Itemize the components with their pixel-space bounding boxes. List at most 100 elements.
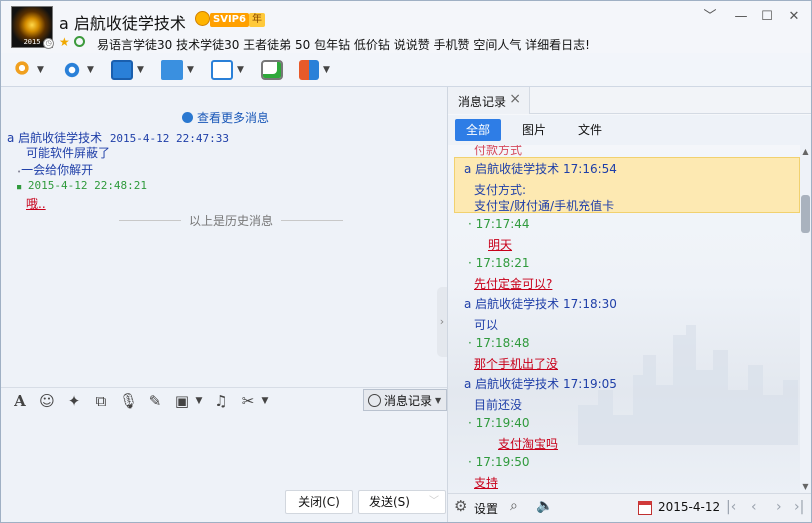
microphone-icon[interactable]: 🎙 bbox=[119, 392, 138, 410]
music-icon[interactable]: ♫ bbox=[212, 392, 230, 410]
sender-name[interactable]: a 启航收徒学技术 bbox=[464, 297, 559, 311]
speaker-icon[interactable]: 🔈 bbox=[536, 498, 553, 514]
video-call-button[interactable]: ▼ bbox=[61, 58, 94, 82]
emoji-icon[interactable]: ☺ bbox=[38, 392, 56, 410]
apps-button[interactable]: ▼ bbox=[299, 58, 330, 82]
send-bar: 关闭(C) 发送(S) ﹀ bbox=[1, 489, 447, 522]
send-button[interactable]: 发送(S) ﹀ bbox=[358, 490, 446, 514]
chevron-down-icon[interactable]: ▼ bbox=[323, 65, 330, 75]
history-scrollbar[interactable]: ▲ ▼ bbox=[800, 145, 811, 493]
magic-wand-icon[interactable]: ✦ bbox=[65, 392, 83, 410]
date-label[interactable]: 2015-4-12 bbox=[658, 500, 720, 514]
chevron-down-icon[interactable]: ▼ bbox=[37, 65, 44, 75]
message-text: •一会给你解开 bbox=[17, 163, 94, 177]
close-icon[interactable]: × bbox=[509, 91, 521, 107]
search-icon[interactable]: ⌕ bbox=[510, 498, 518, 514]
city-skyline-background bbox=[578, 325, 798, 445]
history-footer: ⚙ 设置 ⌕ 🔈 2015-4-12 |‹ ‹ › ›| bbox=[448, 493, 811, 522]
close-window-button[interactable]: ✕ bbox=[783, 9, 805, 25]
qzone-icon[interactable] bbox=[74, 36, 85, 47]
chevron-down-icon[interactable]: ﹀ bbox=[429, 491, 439, 513]
maximize-button[interactable]: ☐ bbox=[756, 9, 778, 25]
message-time: 17:18:30 bbox=[563, 297, 617, 311]
message-time: 17:18:21 bbox=[475, 256, 530, 270]
history-message-link[interactable]: 先付定金可以? bbox=[474, 275, 552, 292]
monitor-chart-icon bbox=[111, 60, 133, 80]
settings-link[interactable]: 设置 bbox=[474, 500, 498, 517]
message-time: 2015-4-12 22:47:33 bbox=[109, 132, 230, 145]
send-file-button[interactable]: ▼ bbox=[161, 58, 194, 82]
remote-assist-button[interactable]: ▼ bbox=[111, 58, 144, 82]
clock-icon bbox=[368, 393, 381, 407]
message-input[interactable] bbox=[1, 413, 447, 489]
message-text: 可能软件屏蔽了 bbox=[26, 146, 111, 160]
chat-window: 2015 ◷ a 启航收徒学技术 SVIP6 年 ★ 易语言学徒30 技术学徒3… bbox=[0, 0, 812, 523]
screenshot-icon[interactable]: ⧉ bbox=[92, 392, 110, 410]
sender-name[interactable]: a 启航收徒学技术 bbox=[464, 377, 559, 391]
scissors-icon[interactable]: ✂ bbox=[239, 392, 257, 410]
minimize-button[interactable]: — bbox=[730, 9, 752, 25]
avatar[interactable]: 2015 ◷ bbox=[11, 6, 54, 49]
message-history-button[interactable]: 消息记录 ▼ bbox=[363, 389, 447, 411]
font-icon[interactable]: A bbox=[11, 392, 29, 410]
filter-all[interactable]: 全部 bbox=[455, 119, 501, 141]
filter-files[interactable]: 文件 bbox=[568, 119, 612, 141]
tab-message-history[interactable]: 消息记录 × bbox=[448, 87, 530, 114]
status-icon: ◷ bbox=[43, 38, 54, 49]
calendar-icon[interactable] bbox=[638, 501, 652, 515]
history-divider: 以上是历史消息 bbox=[119, 213, 344, 228]
history-filters: 全部 图片 文件 bbox=[448, 115, 811, 145]
history-message-link[interactable]: 支付淘宝吗 bbox=[474, 435, 558, 452]
contact-name[interactable]: a 启航收徒学技术 bbox=[59, 10, 186, 34]
voice-call-button[interactable]: ▼ bbox=[11, 58, 44, 82]
vip-penguin-icon[interactable] bbox=[195, 11, 210, 26]
message-link[interactable]: 哦.. bbox=[26, 195, 46, 212]
history-message-text: 可以 bbox=[474, 318, 499, 332]
input-toolbar: A ☺ ✦ ⧉ 🎙 ✎ ▣ ▼ ♫ ✂ ▼ 消息记录 ▼ bbox=[1, 387, 447, 413]
star-icon[interactable]: ★ bbox=[59, 35, 70, 49]
sender-name[interactable]: a 启航收徒学技术 bbox=[464, 162, 559, 176]
gear-icon[interactable]: ⚙ bbox=[454, 497, 467, 515]
create-group-button[interactable] bbox=[261, 58, 283, 82]
history-button-label: 消息记录 bbox=[384, 393, 433, 408]
monitor-icon bbox=[211, 60, 233, 80]
first-page-icon[interactable]: |‹ bbox=[726, 499, 736, 515]
year-badge[interactable]: 年 bbox=[249, 13, 265, 27]
view-more-messages-link[interactable]: 查看更多消息 bbox=[182, 109, 269, 126]
filter-images[interactable]: 图片 bbox=[512, 119, 556, 141]
chevron-down-icon[interactable]: ▼ bbox=[237, 65, 244, 75]
chevron-down-icon[interactable]: ▼ bbox=[256, 392, 274, 410]
menu-button[interactable]: ﹀ bbox=[699, 9, 721, 25]
last-page-icon[interactable]: ›| bbox=[794, 499, 804, 515]
message-area[interactable]: 查看更多消息 a 启航收徒学技术 2015-4-12 22:47:33 可能软件… bbox=[1, 87, 447, 387]
edit-icon[interactable]: ✎ bbox=[146, 392, 164, 410]
history-panel-header: 消息记录 × bbox=[448, 87, 811, 114]
chevron-down-icon[interactable]: ▼ bbox=[187, 65, 194, 75]
scroll-up-icon[interactable]: ▲ bbox=[800, 147, 811, 156]
vip-badge[interactable]: SVIP6 bbox=[210, 13, 249, 27]
screen-share-button[interactable]: ▼ bbox=[211, 58, 244, 82]
history-message-text: 支付宝/财付通/手机充值卡 bbox=[474, 199, 615, 213]
previous-page-icon[interactable]: ‹ bbox=[751, 499, 757, 515]
chevron-down-icon[interactable]: ▼ bbox=[137, 65, 144, 75]
history-list[interactable]: 付款方式 a 启航收徒学技术 17:16:54 支付方式: 支付宝/财付通/手机… bbox=[448, 145, 800, 493]
chevron-down-icon[interactable]: ▼ bbox=[190, 392, 208, 410]
divider-line bbox=[281, 219, 344, 221]
next-page-icon[interactable]: › bbox=[776, 499, 782, 515]
scroll-down-icon[interactable]: ▼ bbox=[800, 482, 811, 491]
main-toolbar: ▼ ▼ ▼ ▼ ▼ ▼ bbox=[1, 53, 811, 87]
message-time: 17:19:05 bbox=[563, 377, 617, 391]
image-icon[interactable]: ▣ bbox=[173, 392, 191, 410]
history-message-link[interactable]: 支持 bbox=[474, 474, 498, 491]
history-message-link[interactable]: 那个手机出了没 bbox=[474, 355, 558, 372]
apps-grid-icon bbox=[299, 60, 319, 80]
history-message-link[interactable]: 明天 bbox=[474, 236, 512, 253]
folder-arrow-icon bbox=[161, 60, 183, 80]
scroll-thumb[interactable] bbox=[801, 195, 810, 233]
collapse-panel-handle[interactable]: › bbox=[437, 287, 447, 357]
history-time-row: · 17:19:40 bbox=[468, 416, 530, 430]
close-button[interactable]: 关闭(C) bbox=[285, 490, 353, 514]
sender-name[interactable]: a 启航收徒学技术 bbox=[7, 131, 102, 145]
chevron-down-icon[interactable]: ▼ bbox=[87, 65, 94, 75]
message-time: 17:19:40 bbox=[475, 416, 530, 430]
